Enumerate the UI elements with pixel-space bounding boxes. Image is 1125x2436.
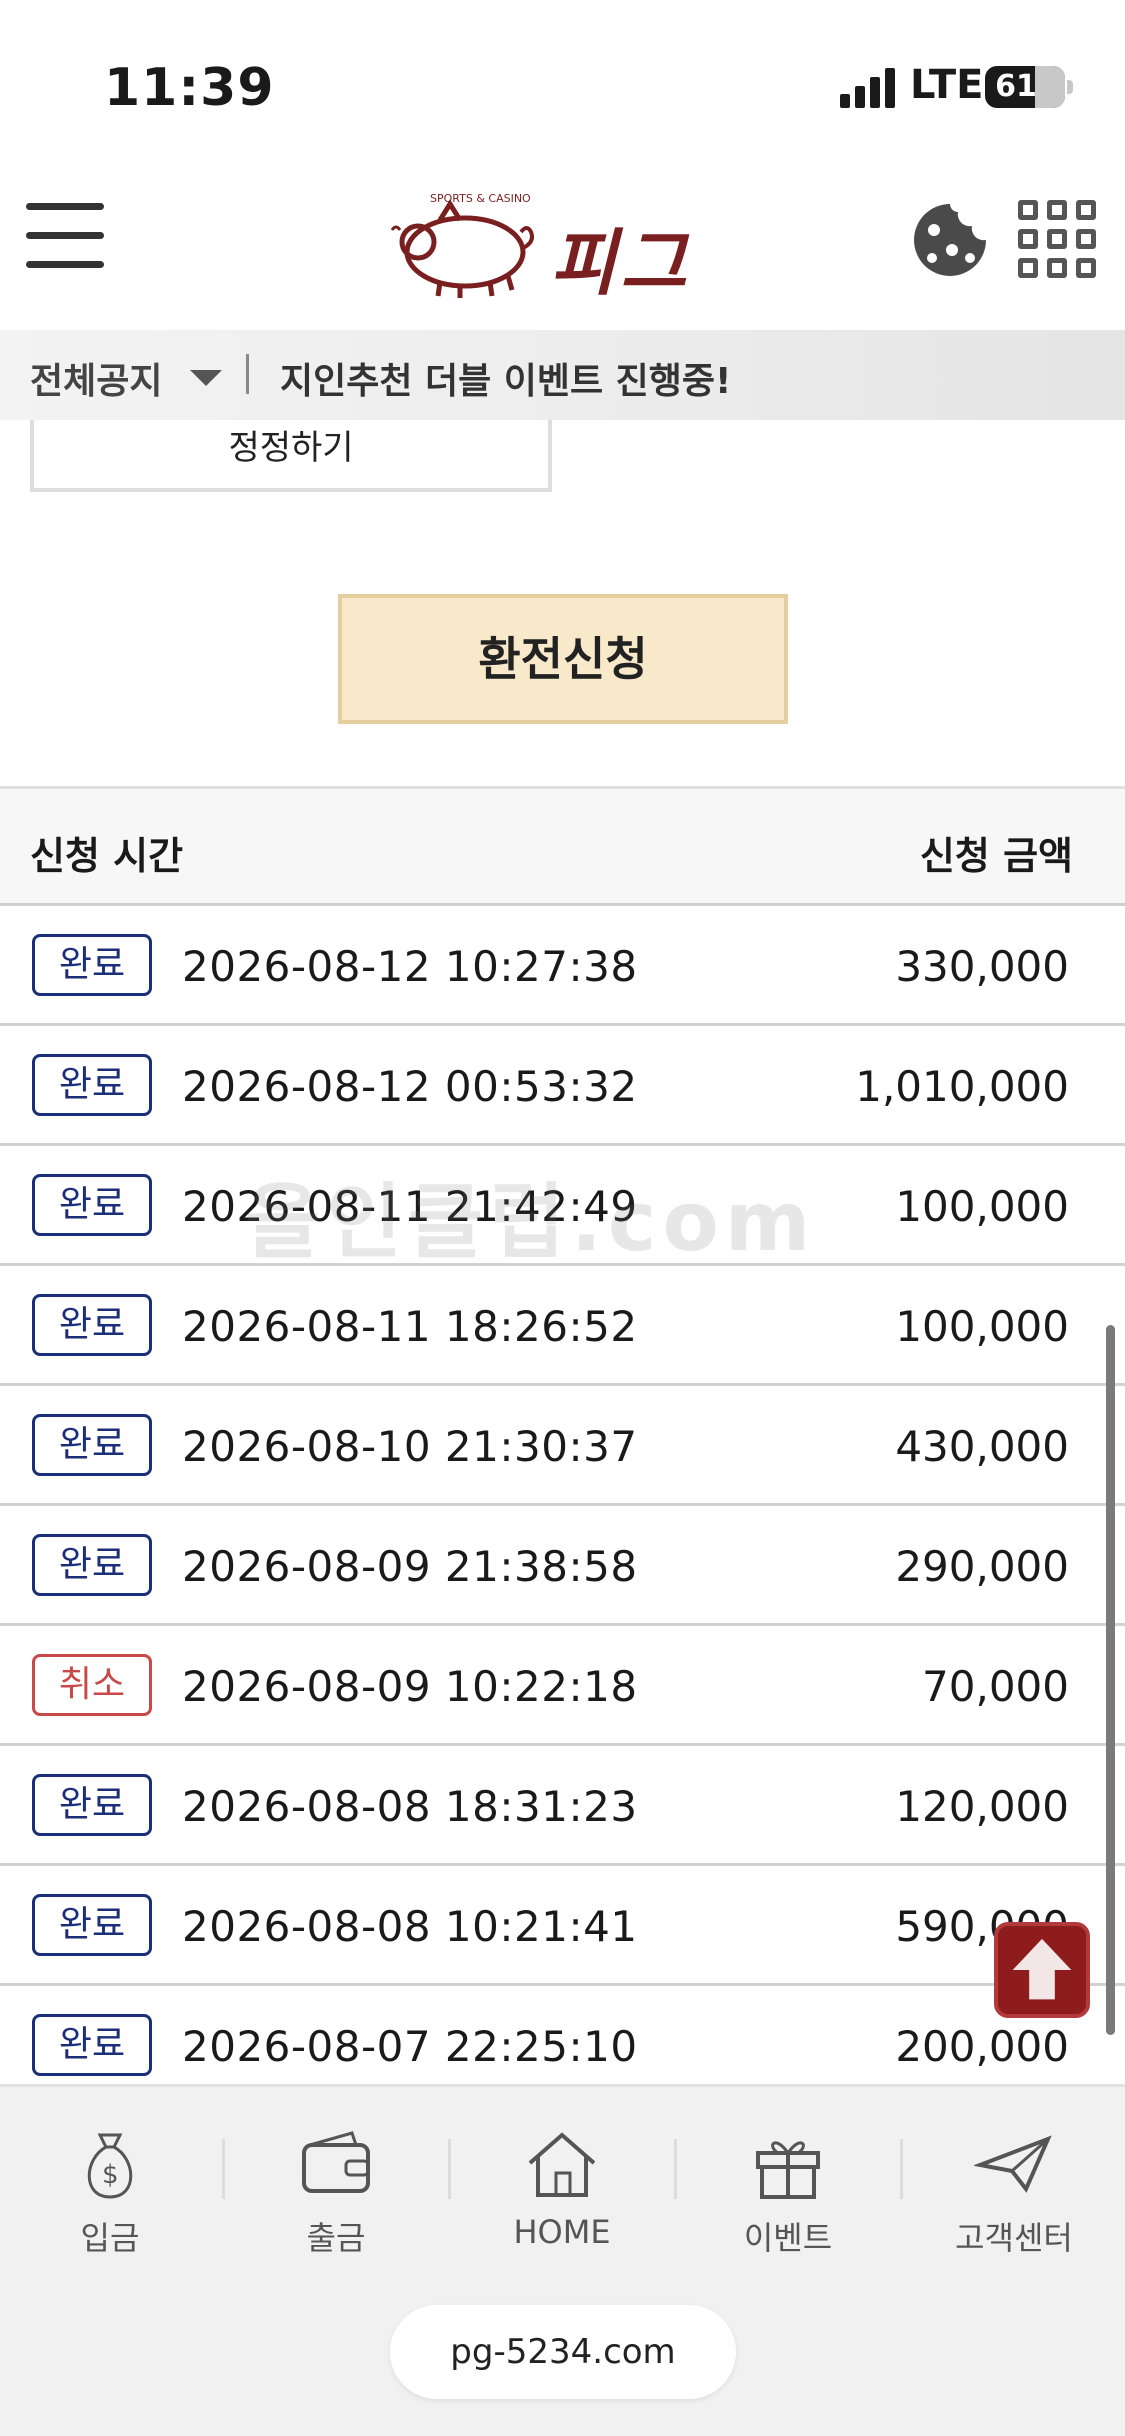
request-amount: 200,000: [895, 2022, 1069, 2071]
table-row: 완료 2026-08-12 10:27:38 330,000: [0, 906, 1125, 1026]
table-row: 완료 2026-08-08 10:21:41 590,000: [0, 1866, 1125, 1986]
status-badge: 완료: [32, 1894, 152, 1956]
request-amount: 290,000: [895, 1542, 1069, 1591]
withdrawal-page: 11:39 LTE 61 SPORTS & CASINO 피그 전체공지 지인추…: [0, 0, 1125, 2436]
nav-divider: [222, 2139, 225, 2199]
scrollbar[interactable]: [1106, 1325, 1115, 2035]
battery-icon: 61: [985, 66, 1065, 108]
nav-label: 입금: [80, 2219, 140, 2257]
svg-text:$: $: [102, 2160, 119, 2190]
nav-label: 출금: [306, 2219, 366, 2257]
pig-logo-icon: SPORTS & CASINO: [390, 192, 534, 298]
status-badge: 완료: [32, 1294, 152, 1356]
table-row: 완료 2026-08-11 18:26:52 100,000: [0, 1266, 1125, 1386]
status-badge: 취소: [32, 1654, 152, 1716]
request-amount: 100,000: [895, 1182, 1069, 1231]
cookie-icon[interactable]: [910, 200, 990, 280]
nav-label: 고객센터: [955, 2219, 1073, 2257]
table-row: 완료 2026-08-10 21:30:37 430,000: [0, 1386, 1125, 1506]
request-amount: 120,000: [895, 1782, 1069, 1831]
status-time: 11:39: [104, 58, 275, 118]
nav-label: 이벤트: [743, 2219, 833, 2257]
nav-support[interactable]: 고객센터: [924, 2125, 1104, 2265]
home-icon: [528, 2132, 596, 2197]
bottom-nav: $ 입금 출금 HOME 이벤트 고객센터: [0, 2087, 1125, 2267]
table-row: 완료 2026-08-08 18:31:23 120,000: [0, 1746, 1125, 1866]
request-datetime: 2026-08-10 21:30:37: [182, 1422, 638, 1471]
money-bag-icon: $: [87, 2133, 133, 2199]
status-badge: 완료: [32, 1174, 152, 1236]
request-datetime: 2026-08-09 21:38:58: [182, 1542, 638, 1591]
nav-divider: [900, 2139, 903, 2199]
nav-withdraw[interactable]: 출금: [246, 2125, 426, 2265]
notice-category[interactable]: 전체공지: [30, 352, 162, 404]
request-amount: 330,000: [895, 942, 1069, 991]
status-bar: 11:39 LTE 61: [0, 0, 1125, 170]
hamburger-menu-icon[interactable]: [26, 203, 106, 275]
notice-message[interactable]: 지인추천 더블 이벤트 진행중!: [280, 352, 731, 404]
table-row: 취소 2026-08-09 10:22:18 70,000: [0, 1626, 1125, 1746]
exchange-apply-button[interactable]: 환전신청: [338, 594, 788, 724]
nav-divider: [674, 2139, 677, 2199]
network-type: LTE: [910, 62, 984, 108]
request-datetime: 2026-08-08 10:21:41: [182, 1902, 638, 1951]
request-amount: 70,000: [922, 1662, 1069, 1711]
request-datetime: 2026-08-12 00:53:32: [182, 1062, 638, 1111]
request-amount: 430,000: [895, 1422, 1069, 1471]
request-amount: 100,000: [895, 1302, 1069, 1351]
status-badge: 완료: [32, 1414, 152, 1476]
app-grid-icon[interactable]: [1018, 200, 1096, 278]
gift-icon: [756, 2141, 820, 2199]
watermark: 을인클럽.com: [245, 1175, 817, 1270]
table-header: 신청 시간 신청 금액: [0, 786, 1125, 906]
bottom-area: $ 입금 출금 HOME 이벤트 고객센터 pg-5234.com: [0, 2084, 1125, 2436]
request-amount: 1,010,000: [855, 1062, 1069, 1111]
paper-plane-icon: [974, 2135, 1052, 2193]
status-badge: 완료: [32, 1534, 152, 1596]
header-time: 신청 시간: [30, 834, 184, 878]
site-logo[interactable]: SPORTS & CASINO 피그벳: [380, 190, 750, 410]
signal-icon: [840, 68, 895, 108]
table-row: 완료 2026-08-09 21:38:58 290,000: [0, 1506, 1125, 1626]
wallet-icon: [302, 2131, 370, 2193]
site-header: SPORTS & CASINO 피그벳: [0, 170, 1125, 410]
request-datetime: 2026-08-12 10:27:38: [182, 942, 638, 991]
status-badge: 완료: [32, 934, 152, 996]
nav-divider: [448, 2139, 451, 2199]
status-badge: 완료: [32, 1774, 152, 1836]
battery-level: 61: [995, 69, 1037, 104]
nav-label: HOME: [513, 2213, 611, 2251]
nav-deposit[interactable]: $ 입금: [20, 2125, 200, 2265]
request-datetime: 2026-08-09 10:22:18: [182, 1662, 638, 1711]
status-badge: 완료: [32, 2014, 152, 2076]
request-datetime: 2026-08-07 22:25:10: [182, 2022, 638, 2071]
request-datetime: 2026-08-08 18:31:23: [182, 1782, 638, 1831]
logo-tagline: SPORTS & CASINO: [430, 192, 531, 205]
status-badge: 완료: [32, 1054, 152, 1116]
withdrawal-history-table: 신청 시간 신청 금액 완료 2026-08-12 10:27:38 330,0…: [0, 786, 1125, 2106]
scroll-to-top-icon[interactable]: [994, 1922, 1090, 2018]
notice-bar[interactable]: 전체공지 지인추천 더블 이벤트 진행중!: [0, 330, 1125, 420]
header-amount: 신청 금액: [919, 834, 1073, 878]
nav-home[interactable]: HOME: [472, 2125, 652, 2265]
chevron-down-icon[interactable]: [190, 370, 222, 386]
table-row: 완료 2026-08-12 00:53:32 1,010,000: [0, 1026, 1125, 1146]
browser-url-bar[interactable]: pg-5234.com: [390, 2305, 736, 2399]
nav-event[interactable]: 이벤트: [698, 2125, 878, 2265]
request-datetime: 2026-08-11 18:26:52: [182, 1302, 638, 1351]
notice-divider: [246, 354, 249, 394]
correct-button[interactable]: 정정하기: [30, 420, 552, 492]
battery-tip: [1067, 80, 1073, 94]
